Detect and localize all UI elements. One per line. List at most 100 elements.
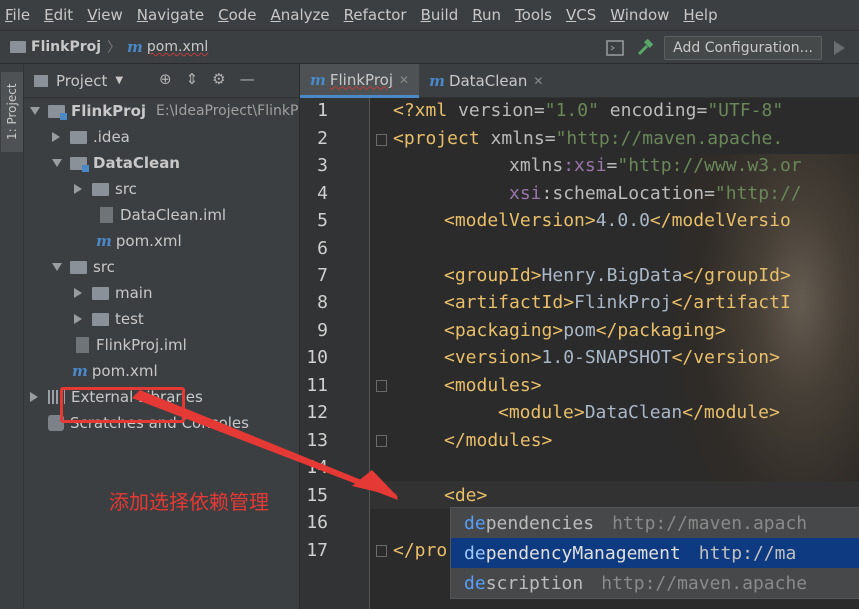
menu-build[interactable]: Build (421, 6, 459, 24)
menu-window[interactable]: Window (610, 6, 669, 24)
completion-item-dependencymanagement[interactable]: de pendencyManagement http://ma (451, 538, 859, 568)
code-line-5[interactable]: <modelVersion>4.0.0</modelVersio (444, 210, 859, 231)
tree-item-dataclean-iml[interactable]: DataClean.iml (100, 202, 226, 228)
menu-file[interactable]: File (5, 6, 30, 24)
chevron-down-icon[interactable]: ▼ (115, 75, 123, 86)
code-token: = (606, 155, 618, 176)
code-line-1[interactable]: <?xml version="1.0" encoding="UTF-8" (393, 100, 859, 121)
tab-flinkproj[interactable]: m FlinkProj ✕ (300, 64, 420, 98)
code-line-12[interactable]: <module>DataClean</module> (498, 402, 859, 423)
menu-code[interactable]: Code (218, 6, 256, 24)
fold-icon[interactable] (376, 545, 387, 557)
code-token: <?xml (393, 100, 459, 121)
code-line-9[interactable]: <packaging>pom</packaging> (444, 320, 859, 341)
code-line-11[interactable]: <modules> (444, 375, 859, 396)
code-token: = (696, 100, 708, 121)
code-token: :xsi (563, 155, 607, 176)
tree-item-label: pom.xml (115, 232, 182, 250)
line-number: 6 (317, 238, 328, 259)
folder-icon (92, 182, 109, 196)
expand-arrow-icon[interactable] (52, 159, 62, 167)
menu-view[interactable]: View (87, 6, 123, 24)
code-line-3[interactable]: xmlns:xsi="http://www.w3.or (509, 155, 859, 176)
add-configuration-button[interactable]: Add Configuration... (664, 36, 822, 60)
tree-item-idea[interactable]: .idea (52, 124, 130, 150)
line-number: 14 (306, 457, 328, 478)
completion-item-dependencies[interactable]: de pendencies http://maven.apach (451, 508, 859, 538)
menu-analyze[interactable]: Analyze (271, 6, 330, 24)
line-number: 3 (317, 155, 328, 176)
gear-icon[interactable]: ⚙ (212, 70, 225, 88)
line-number: 17 (306, 540, 328, 561)
code-line-8[interactable]: <artifactId>FlinkProj</artifactI (444, 292, 859, 313)
maven-file-icon: m (127, 38, 143, 56)
hide-panel-icon[interactable]: — (240, 70, 255, 88)
menu-navigate[interactable]: Navigate (137, 6, 204, 24)
completion-item-description[interactable]: de scription http://maven.apache (451, 568, 859, 598)
tree-item-dataclean[interactable]: DataClean (52, 150, 180, 176)
collapse-arrow-icon[interactable] (52, 132, 60, 142)
collapse-all-icon[interactable]: ⇕ (186, 70, 199, 88)
code-token: </modules> (444, 430, 553, 451)
code-line-10[interactable]: <version>1.0-SNAPSHOT</version> (444, 347, 859, 368)
breadcrumb-project[interactable]: FlinkProj (31, 39, 101, 55)
tree-item-label: DataClean (93, 154, 180, 172)
tree-item-root[interactable]: FlinkProj E:\IdeaProject\FlinkPr (30, 98, 299, 124)
project-view-selector[interactable]: Project (56, 72, 107, 90)
collapse-arrow-icon[interactable] (74, 288, 82, 298)
code-token: </groupId> (682, 265, 791, 286)
run-toolbar: Add Configuration... (604, 31, 859, 65)
completion-match: de (464, 572, 486, 594)
fold-icon[interactable] (376, 435, 387, 447)
code-line-7[interactable]: <groupId>Henry.BigData</groupId> (444, 265, 859, 286)
code-token: "http://www.w3.or (617, 155, 802, 176)
expand-arrow-icon[interactable] (30, 107, 40, 115)
completion-namespace: http://maven.apache (601, 572, 808, 594)
code-token: DataClean (584, 402, 683, 423)
collapse-arrow-icon[interactable] (30, 392, 38, 402)
code-token: 4.0.0 (595, 210, 650, 231)
tree-item-test[interactable]: test (74, 306, 144, 332)
collapse-arrow-icon[interactable] (74, 184, 82, 194)
maven-file-icon: m (96, 232, 112, 250)
menu-vcs[interactable]: VCS (566, 6, 596, 24)
tree-item-src[interactable]: src (52, 254, 115, 280)
code-token: </artifactI (671, 292, 791, 313)
project-folder-icon (10, 41, 26, 53)
code-line-4[interactable]: xsi:schemaLocation="http:// (509, 183, 859, 204)
tree-item-pom[interactable]: m pom.xml (72, 358, 158, 384)
fold-icon[interactable] (376, 380, 387, 392)
breadcrumb-file[interactable]: pom.xml (147, 39, 208, 55)
build-hammer-icon[interactable] (634, 37, 656, 59)
locate-target-icon[interactable]: ⊕ (159, 70, 172, 88)
tree-item-flinkproj-iml[interactable]: FlinkProj.iml (76, 332, 187, 358)
collapse-arrow-icon[interactable] (74, 314, 82, 324)
menu-tools[interactable]: Tools (515, 6, 552, 24)
expand-arrow-icon[interactable] (52, 263, 62, 271)
code-token: encoding (598, 100, 697, 121)
close-icon[interactable]: ✕ (533, 74, 543, 88)
line-number: 16 (306, 512, 328, 533)
tree-item-main[interactable]: main (74, 280, 152, 306)
tree-item-dataclean-pom[interactable]: m pom.xml (96, 228, 182, 254)
completion-text: pendencyManagement (485, 542, 681, 564)
tab-dataclean[interactable]: m DataClean ✕ (419, 64, 553, 98)
code-token: "1.0" (544, 100, 599, 121)
line-number: 8 (317, 292, 328, 313)
code-line-15[interactable]: <de> (444, 485, 859, 506)
close-icon[interactable]: ✕ (399, 73, 409, 87)
line-number: 12 (306, 402, 328, 423)
tree-item-dataclean-src[interactable]: src (74, 176, 137, 202)
code-line-13[interactable]: </modules> (444, 430, 859, 451)
code-token: <module> (498, 402, 585, 423)
project-tool-tab[interactable]: 1: Project (1, 72, 23, 152)
menu-edit[interactable]: Edit (44, 6, 73, 24)
menu-refactor[interactable]: Refactor (344, 6, 407, 24)
menu-run[interactable]: Run (472, 6, 501, 24)
menu-help[interactable]: Help (683, 6, 717, 24)
fold-icon[interactable] (376, 134, 387, 146)
run-icon[interactable] (834, 41, 845, 55)
terminal-icon[interactable] (604, 37, 626, 59)
code-line-2[interactable]: <project xmlns="http://maven.apache. (393, 128, 859, 149)
tree-item-label: pom.xml (91, 362, 158, 380)
